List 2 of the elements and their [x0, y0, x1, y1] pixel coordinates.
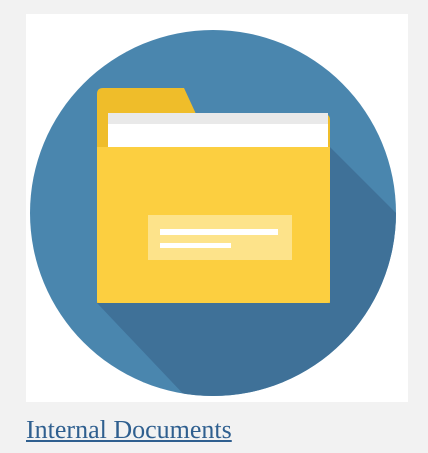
folder-label-icon [148, 215, 292, 260]
internal-documents-link[interactable]: Internal Documents [26, 414, 232, 446]
